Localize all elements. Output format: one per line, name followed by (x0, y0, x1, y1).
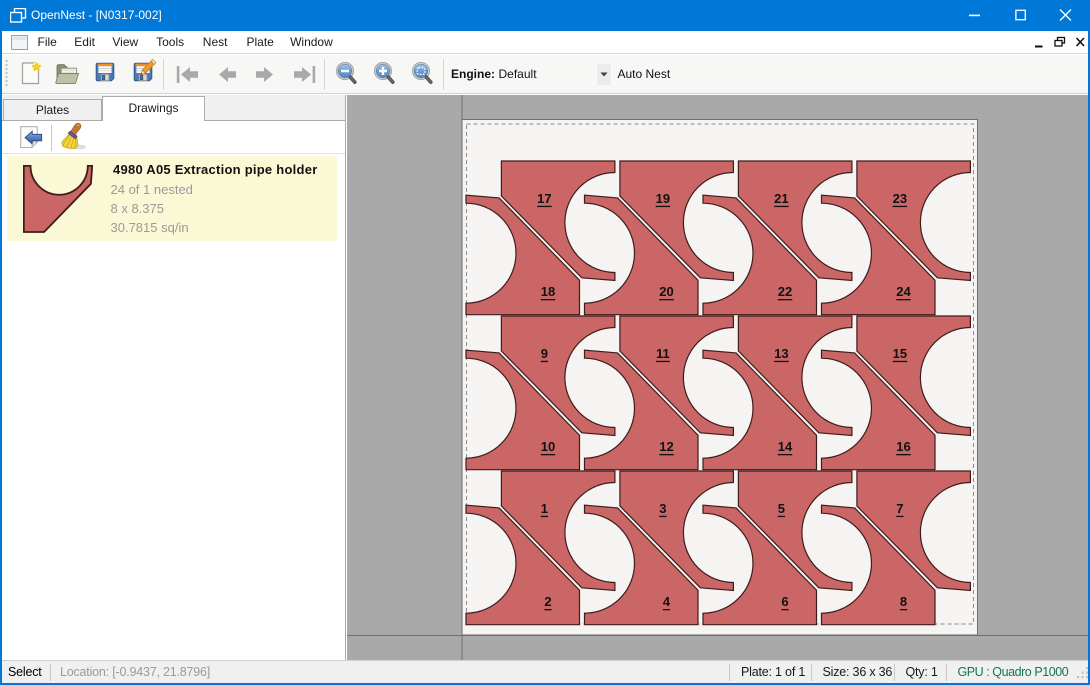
svg-text:6: 6 (781, 594, 788, 609)
svg-text:13: 13 (774, 346, 788, 361)
svg-text:2: 2 (544, 594, 551, 609)
svg-text:22: 22 (777, 284, 791, 299)
svg-text:24: 24 (896, 284, 911, 299)
svg-text:3: 3 (659, 501, 666, 516)
svg-text:20: 20 (659, 284, 673, 299)
svg-text:7: 7 (896, 501, 903, 516)
svg-text:15: 15 (892, 346, 906, 361)
svg-text:9: 9 (540, 346, 547, 361)
svg-text:23: 23 (892, 191, 906, 206)
svg-text:5: 5 (777, 501, 784, 516)
svg-text:10: 10 (540, 439, 554, 454)
svg-text:19: 19 (655, 191, 669, 206)
svg-text:14: 14 (777, 439, 792, 454)
svg-text:18: 18 (540, 284, 554, 299)
svg-text:8: 8 (899, 594, 906, 609)
svg-text:11: 11 (656, 346, 670, 361)
svg-text:16: 16 (896, 439, 910, 454)
svg-text:21: 21 (774, 191, 788, 206)
svg-text:4: 4 (662, 594, 670, 609)
svg-text:17: 17 (537, 191, 551, 206)
svg-text:1: 1 (540, 501, 547, 516)
svg-text:12: 12 (659, 439, 673, 454)
